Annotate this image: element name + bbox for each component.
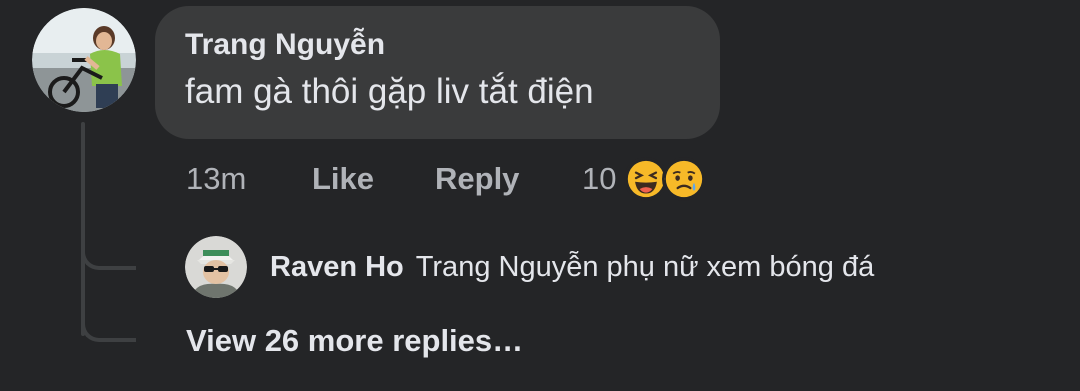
reaction-count[interactable]: 10 — [582, 161, 616, 197]
reply-avatar[interactable] — [185, 236, 247, 298]
sad-emoji-icon — [662, 157, 707, 201]
thread-line — [81, 122, 85, 336]
view-more-replies-button[interactable]: View 26 more replies… — [186, 321, 523, 361]
reactions[interactable] — [624, 157, 707, 201]
reply-button[interactable]: Reply — [435, 161, 582, 197]
avatar[interactable] — [32, 8, 136, 112]
reply-comment: Raven Ho Trang Nguyễn phụ nữ xem bóng đá — [270, 247, 874, 287]
comment-text: fam gà thôi gặp liv tắt điện — [185, 72, 594, 111]
avatar-photo-icon — [32, 8, 136, 112]
reply-text: Trang Nguyễn phụ nữ xem bóng đá — [415, 251, 875, 283]
thread-branch-more — [81, 312, 136, 342]
comment-time[interactable]: 13m — [186, 161, 312, 197]
comment-thread: Trang Nguyễn fam gà thôi gặp liv tắt điệ… — [0, 0, 1080, 391]
thread-branch-reply — [81, 240, 136, 270]
comment-author[interactable]: Trang Nguyễn — [185, 28, 690, 62]
avatar-photo-icon — [185, 236, 247, 298]
comment-bubble[interactable]: Trang Nguyễn fam gà thôi gặp liv tắt điệ… — [155, 6, 720, 139]
comment-actions: 13m Like Reply 10 — [186, 157, 707, 201]
reply-author[interactable]: Raven Ho — [270, 251, 404, 283]
like-button[interactable]: Like — [312, 161, 435, 197]
